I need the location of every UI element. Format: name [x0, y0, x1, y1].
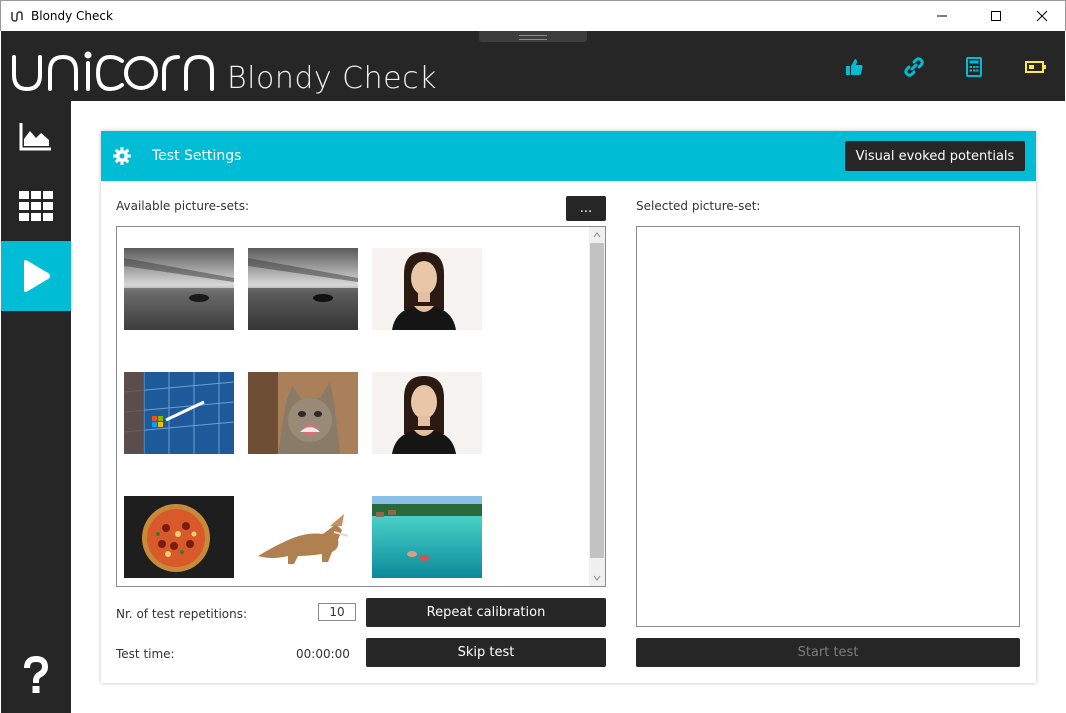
- chevron-up-icon[interactable]: [593, 231, 601, 239]
- thumbs-up-icon[interactable]: [843, 56, 865, 78]
- tropical-lagoon-image[interactable]: [372, 496, 482, 578]
- window-titlebar: Blondy Check: [0, 0, 1066, 31]
- play-icon: [24, 260, 50, 292]
- area-chart-icon: [19, 123, 51, 151]
- gear-icon: [113, 147, 131, 165]
- repetitions-input[interactable]: [318, 603, 356, 621]
- close-button[interactable]: [1019, 1, 1065, 31]
- close-icon: [1036, 10, 1048, 22]
- kitten-image[interactable]: [248, 372, 358, 454]
- test-time-label: Test time:: [116, 647, 175, 661]
- app-header: Blondy Check: [1, 31, 1065, 101]
- sidebar-item-analysis[interactable]: [1, 101, 71, 171]
- unicorn-logo: [12, 51, 214, 92]
- browse-button[interactable]: ...: [566, 196, 606, 221]
- test-time-value: 00:00:00: [296, 647, 350, 661]
- repetitions-label: Nr. of test repetitions:: [116, 607, 248, 621]
- link-icon[interactable]: [903, 56, 925, 78]
- question-mark-icon[interactable]: [16, 655, 56, 695]
- left-sidebar: [1, 101, 71, 713]
- selected-picture-set-list[interactable]: [636, 226, 1020, 627]
- calculator-icon[interactable]: [963, 56, 985, 78]
- maximize-button[interactable]: [973, 1, 1019, 31]
- test-settings-panel: Test Settings Visual evoked potentials A…: [101, 131, 1036, 683]
- beach-boat-bw-image[interactable]: [124, 248, 234, 330]
- grid-icon: [19, 191, 53, 221]
- picture-list-scrollbar[interactable]: [589, 227, 605, 586]
- microsoft-building-image[interactable]: [124, 372, 234, 454]
- panel-header: Test Settings Visual evoked potentials: [101, 131, 1036, 181]
- pizza-image[interactable]: [124, 496, 234, 578]
- window-title: Blondy Check: [31, 9, 113, 23]
- woman-portrait-image[interactable]: [372, 248, 482, 330]
- repeat-calibration-button[interactable]: Repeat calibration: [366, 598, 606, 627]
- sidebar-item-grid[interactable]: [1, 171, 71, 241]
- minimize-button[interactable]: [919, 1, 965, 31]
- available-picture-sets-label: Available picture-sets:: [116, 199, 250, 213]
- start-test-button[interactable]: Start test: [636, 638, 1020, 667]
- scrollbar-thumb[interactable]: [590, 243, 604, 558]
- main-content: Test Settings Visual evoked potentials A…: [71, 101, 1066, 713]
- battery-icon[interactable]: [1025, 56, 1047, 78]
- beach-boat-bw-image[interactable]: [248, 248, 358, 330]
- woman-portrait-image[interactable]: [372, 372, 482, 454]
- skip-test-button[interactable]: Skip test: [366, 638, 606, 667]
- maximize-icon: [991, 11, 1001, 21]
- picture-set-list[interactable]: [116, 226, 606, 587]
- dinosaur-toy-image[interactable]: [248, 496, 358, 578]
- visual-evoked-potentials-button[interactable]: Visual evoked potentials: [845, 141, 1025, 171]
- product-name: Blondy Check: [227, 61, 437, 96]
- drag-handle[interactable]: [479, 31, 587, 42]
- selected-picture-set-label: Selected picture-set:: [636, 199, 761, 213]
- panel-title: Test Settings: [152, 148, 242, 164]
- chevron-down-icon[interactable]: [593, 574, 601, 582]
- minimize-icon: [937, 15, 947, 17]
- unicorn-app-icon: [11, 11, 23, 22]
- sidebar-item-play[interactable]: [1, 241, 71, 311]
